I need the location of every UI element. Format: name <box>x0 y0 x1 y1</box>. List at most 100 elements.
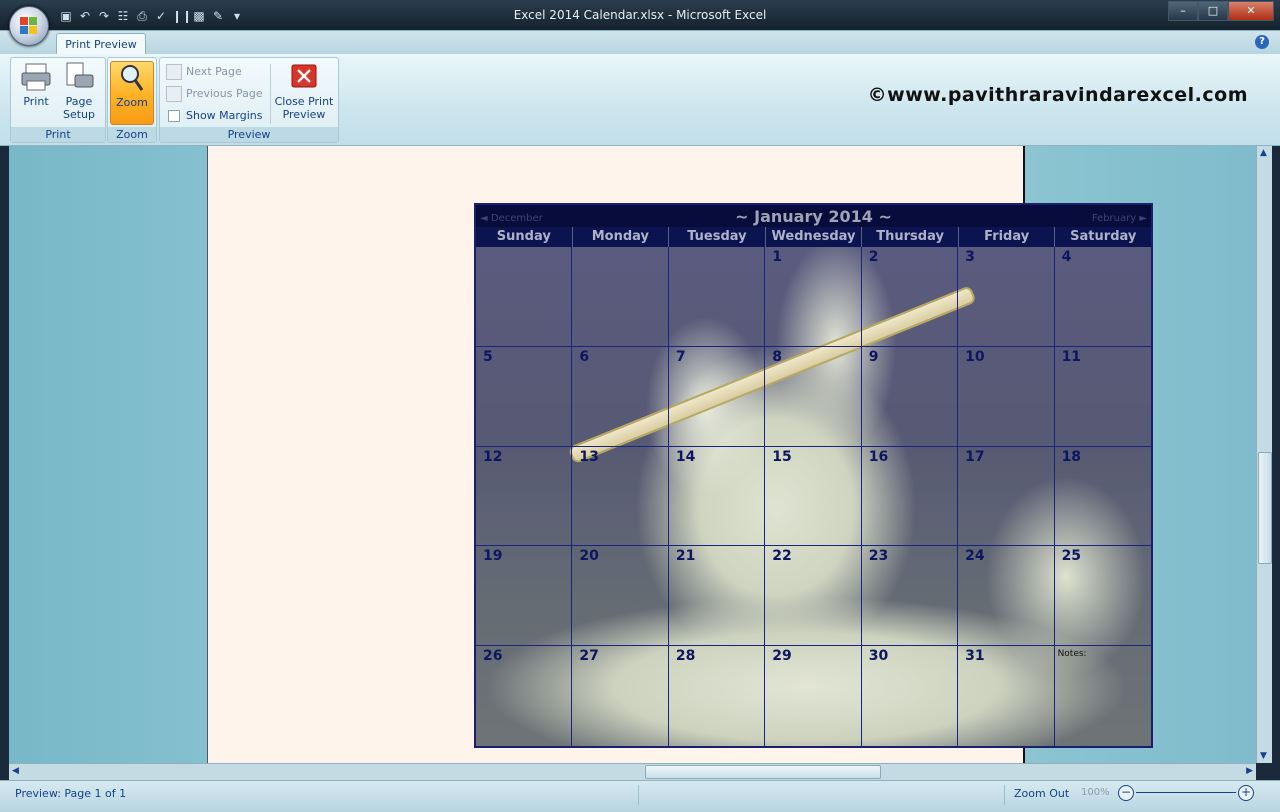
notes-label: Notes: <box>1057 649 1087 660</box>
office-button[interactable] <box>9 6 49 46</box>
weekday-sunday: Sunday <box>476 227 573 247</box>
calendar-day-cell: 11 <box>1054 347 1151 447</box>
day-number: 21 <box>675 548 696 565</box>
weekday-tuesday: Tuesday <box>669 227 766 247</box>
page-setup-icon <box>63 61 95 93</box>
maximize-button[interactable]: □ <box>1198 1 1228 21</box>
weekday-monday: Monday <box>573 227 670 247</box>
calendar-day-cell: 4 <box>1054 247 1151 347</box>
weekday-header-row: Sunday Monday Tuesday Wednesday Thursday… <box>476 227 1151 247</box>
window-title: Excel 2014 Calendar.xlsx - Microsoft Exc… <box>513 8 767 22</box>
day-number: 24 <box>965 548 985 565</box>
close-button[interactable]: ✕ <box>1228 1 1274 21</box>
day-number: 10 <box>965 348 985 365</box>
day-number: 16 <box>868 448 889 465</box>
format-icon[interactable]: ✎ <box>210 8 226 24</box>
show-margins-checkbox[interactable]: Show Margins <box>166 107 262 125</box>
vertical-scroll-thumb[interactable] <box>1258 452 1272 564</box>
calendar-day-cell <box>476 247 573 347</box>
close-print-preview-button[interactable]: Close Print Preview <box>274 61 334 123</box>
office-logo-icon <box>20 17 38 35</box>
day-number: 6 <box>579 348 590 365</box>
next-page-button[interactable]: Next Page <box>166 63 242 81</box>
day-number: 20 <box>579 548 599 565</box>
calendar: ◄ December ~ January 2014 ~ February ► S… <box>474 203 1153 748</box>
ribbon: Print Page Setup Print Zoom Zoom Next Pa… <box>0 54 1280 146</box>
redo-icon[interactable]: ↷ <box>96 8 112 24</box>
scroll-left-icon[interactable]: ◀ <box>12 766 19 776</box>
calendar-day-cell: 1 <box>765 247 862 347</box>
calendar-day-cell: 27 <box>572 646 669 746</box>
next-page-label: Next Page <box>186 65 242 78</box>
calendar-day-cell <box>668 247 766 347</box>
day-number: 27 <box>579 648 599 665</box>
preview-page[interactable]: ◄ December ~ January 2014 ~ February ► S… <box>207 146 1153 763</box>
scroll-down-icon[interactable]: ▼ <box>1260 751 1267 761</box>
day-number: 5 <box>483 348 493 365</box>
next-page-icon <box>166 64 182 80</box>
calendar-day-cell: 12 <box>476 446 573 547</box>
vertical-scrollbar[interactable]: ▲ ▼ <box>1256 146 1272 763</box>
horizontal-scrollbar[interactable]: ◀ ▶ <box>9 763 1256 780</box>
page-setup-button[interactable]: Page Setup <box>57 61 101 123</box>
day-number: 30 <box>868 648 889 665</box>
day-number: 7 <box>675 348 686 365</box>
print-preview-icon[interactable]: ☷ <box>115 8 131 24</box>
spelling-icon[interactable]: ✓ <box>153 8 169 24</box>
customize-qat-icon[interactable]: ▾ <box>229 8 245 24</box>
scroll-up-icon[interactable]: ▲ <box>1260 148 1267 158</box>
show-margins-check-box[interactable] <box>168 110 180 122</box>
day-number: 4 <box>1061 249 1072 265</box>
quick-print-icon[interactable]: ⎙ <box>134 8 150 24</box>
zoom-slider[interactable]: − + <box>1116 785 1256 801</box>
camera-icon[interactable]: ▩ <box>191 8 207 24</box>
printer-icon <box>20 61 52 93</box>
day-number: 26 <box>483 648 503 665</box>
print-button[interactable]: Print <box>15 61 57 123</box>
scroll-right-icon[interactable]: ▶ <box>1246 766 1253 776</box>
zoom-button[interactable]: Zoom <box>110 61 154 125</box>
day-number: 28 <box>675 648 696 665</box>
calendar-day-cell: 6 <box>572 346 669 447</box>
calendar-day-cell: 5 <box>476 346 573 447</box>
quick-access-toolbar: ▣ ↶ ↷ ☷ ⎙ ✓ ❙❙ ▩ ✎ ▾ <box>58 7 245 25</box>
status-divider <box>638 785 639 805</box>
day-number: 18 <box>1061 448 1082 465</box>
day-number: 8 <box>772 348 783 365</box>
day-number: 9 <box>868 348 879 365</box>
zoom-plus-icon[interactable]: + <box>1238 785 1254 801</box>
day-number: 12 <box>483 448 503 465</box>
tab-print-preview[interactable]: Print Preview <box>56 33 146 56</box>
day-number: 17 <box>965 448 985 465</box>
zoom-level[interactable]: 100% <box>1081 787 1110 798</box>
calendar-day-cell: 8 <box>765 346 862 447</box>
save-icon[interactable]: ▣ <box>58 8 74 24</box>
magnifier-icon <box>116 62 148 94</box>
calendar-day-cell: 25 <box>1054 546 1151 647</box>
minimize-button[interactable]: – <box>1168 1 1198 21</box>
undo-icon[interactable]: ↶ <box>77 8 93 24</box>
calendar-day-cell: 19 <box>476 546 573 647</box>
weekday-saturday: Saturday <box>1070 229 1137 244</box>
calendar-day-cell: 3 <box>958 247 1055 347</box>
day-number: 3 <box>965 249 975 265</box>
zoom-out-label[interactable]: Zoom Out <box>1014 787 1069 800</box>
zoom-slider-track[interactable] <box>1136 792 1236 793</box>
close-preview-icon <box>288 61 320 93</box>
website-watermark: ©www.pavithraravindarexcel.com <box>867 84 1248 106</box>
print-label: Print <box>23 95 49 108</box>
zoom-minus-icon[interactable]: − <box>1118 785 1134 801</box>
day-number: 14 <box>675 448 696 465</box>
status-divider <box>1004 785 1005 805</box>
next-month-link: February ► <box>1091 213 1147 224</box>
horizontal-scroll-thumb[interactable] <box>645 765 881 779</box>
calendar-day-cell: 24 <box>958 546 1055 647</box>
page-setup-label-1: Page <box>65 95 93 108</box>
previous-page-button[interactable]: Previous Page <box>166 85 263 103</box>
page-setup-label-2: Setup <box>62 108 96 121</box>
calendar-title: ~ January 2014 ~ <box>735 207 892 226</box>
calendar-day-cell: 17 <box>958 446 1055 547</box>
zoom-group: Zoom Zoom <box>107 57 157 143</box>
help-icon[interactable]: ? <box>1255 35 1269 49</box>
calendar-day-cell: 2 <box>861 247 959 347</box>
